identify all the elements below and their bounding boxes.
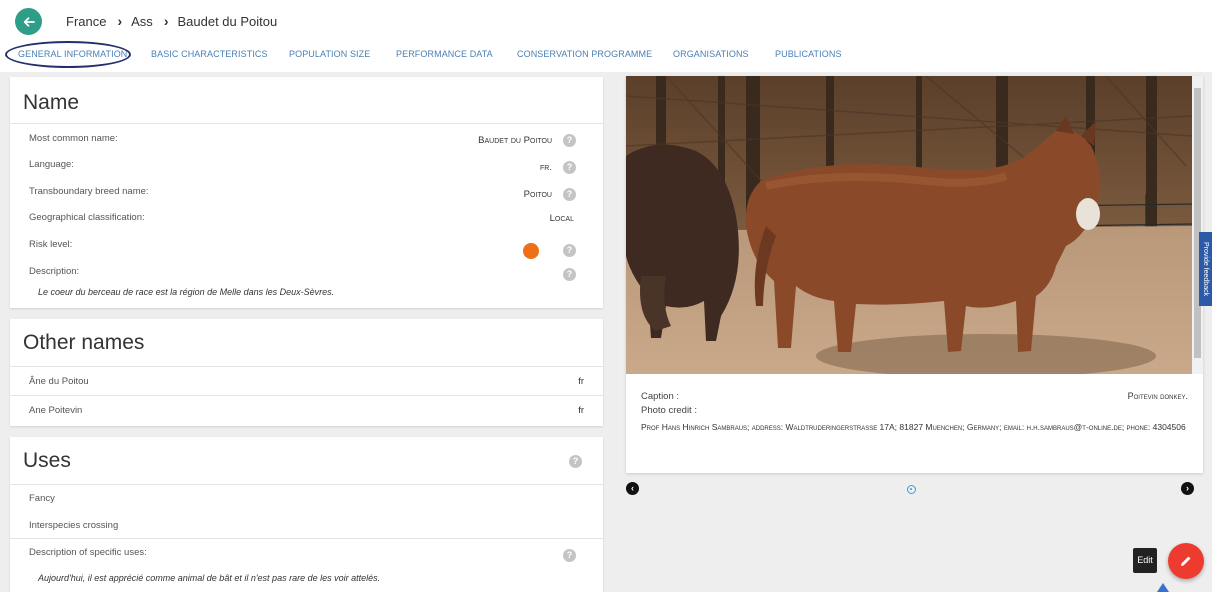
photo-column: Caption : Poitevin donkey. Photo credit … xyxy=(614,72,1212,592)
help-icon[interactable]: ? xyxy=(563,549,576,562)
tab-population-size[interactable]: POPULATION SIZE xyxy=(289,49,370,59)
divider xyxy=(10,123,603,124)
language-label: Language: xyxy=(29,159,74,170)
scrollbar-thumb[interactable] xyxy=(1194,88,1201,358)
tab-bar: GENERAL INFORMATION BASIC CHARACTERISTIC… xyxy=(0,45,1212,67)
geographical-classification-label: Geographical classification: xyxy=(29,212,145,223)
carousel-indicator[interactable] xyxy=(907,485,916,494)
tab-organisations[interactable]: ORGANISATIONS xyxy=(673,49,749,59)
help-icon[interactable]: ? xyxy=(563,268,576,281)
other-name-language: fr xyxy=(578,376,584,387)
edit-button[interactable] xyxy=(1168,543,1204,579)
pencil-icon xyxy=(1181,556,1191,566)
divider xyxy=(10,366,603,367)
description-text: Le coeur du berceau de race est la régio… xyxy=(38,287,335,297)
previous-photo-button[interactable]: ‹ xyxy=(626,482,639,495)
other-name-language: fr xyxy=(578,405,584,416)
most-common-name-value: Baudet du Poitou xyxy=(478,135,552,146)
uses-card: Uses ? Fancy Interspecies crossing Descr… xyxy=(10,437,603,592)
transboundary-name-value: Poitou xyxy=(523,189,552,200)
help-icon[interactable]: ? xyxy=(563,188,576,201)
other-names-card: Other names Âne du Poitou fr Ane Poitevi… xyxy=(10,319,603,426)
divider xyxy=(10,484,603,485)
specific-uses-label: Description of specific uses: xyxy=(29,547,147,558)
active-tab-highlight xyxy=(5,41,131,68)
breadcrumb-breed: Baudet du Poitou xyxy=(177,13,278,29)
page-header: France › Ass › Baudet du Poitou GENERAL … xyxy=(0,0,1212,72)
other-names-title: Other names xyxy=(23,331,145,354)
help-icon[interactable]: ? xyxy=(569,455,582,468)
specific-uses-text: Aujourd'hui, il est apprécié comme anima… xyxy=(38,573,381,583)
divider xyxy=(10,538,603,539)
help-icon[interactable]: ? xyxy=(563,244,576,257)
photo-credit-label: Photo credit : xyxy=(641,405,697,416)
other-name-item: Âne du Poitou xyxy=(29,376,89,387)
caption-label: Caption : xyxy=(641,391,680,402)
name-card: Name Most common name: Baudet du Poitou … xyxy=(10,77,603,308)
uses-title: Uses xyxy=(23,449,71,472)
caption-value: Poitevin donkey. xyxy=(1127,391,1188,401)
use-item: Interspecies crossing xyxy=(29,520,119,531)
pointer-cursor xyxy=(1157,583,1169,592)
photo-scrollbar[interactable] xyxy=(1192,76,1203,374)
photo-credit-text: Prof Hans Hinrich Sambraus; address: Wal… xyxy=(641,422,1186,432)
language-value: fr. xyxy=(540,162,552,173)
arrow-left-icon xyxy=(23,16,35,27)
use-item: Fancy xyxy=(29,493,55,504)
divider xyxy=(10,395,603,396)
details-column: Name Most common name: Baudet du Poitou … xyxy=(0,72,614,592)
chevron-right-icon: › xyxy=(117,13,123,29)
geographical-classification-value: Local xyxy=(549,213,574,224)
donkey-photo-illustration xyxy=(626,76,1192,374)
photo-card: Caption : Poitevin donkey. Photo credit … xyxy=(626,76,1203,473)
breadcrumb-species[interactable]: Ass xyxy=(131,14,153,29)
tab-publications[interactable]: PUBLICATIONS xyxy=(775,49,842,59)
breadcrumb-country[interactable]: France xyxy=(66,14,106,29)
tab-performance-data[interactable]: PERFORMANCE DATA xyxy=(396,49,493,59)
back-button[interactable] xyxy=(15,8,42,35)
risk-level-indicator xyxy=(523,243,539,259)
breed-photo xyxy=(626,76,1192,374)
next-photo-button[interactable]: › xyxy=(1181,482,1194,495)
most-common-name-label: Most common name: xyxy=(29,133,118,144)
transboundary-name-label: Transboundary breed name: xyxy=(29,186,149,197)
help-icon[interactable]: ? xyxy=(563,134,576,147)
tab-conservation-programme[interactable]: CONSERVATION PROGRAMME xyxy=(517,49,652,59)
provide-feedback-tab[interactable]: Provide feedback xyxy=(1199,232,1212,306)
breadcrumb: France › Ass › Baudet du Poitou xyxy=(66,13,277,29)
other-name-item: Ane Poitevin xyxy=(29,405,83,416)
tab-basic-characteristics[interactable]: BASIC CHARACTERISTICS xyxy=(151,49,268,59)
help-icon[interactable]: ? xyxy=(563,161,576,174)
chevron-right-icon: › xyxy=(163,13,169,29)
edit-tooltip: Edit xyxy=(1133,548,1157,573)
name-section-title: Name xyxy=(23,91,80,114)
description-label: Description: xyxy=(29,266,80,277)
risk-level-label: Risk level: xyxy=(29,239,73,250)
